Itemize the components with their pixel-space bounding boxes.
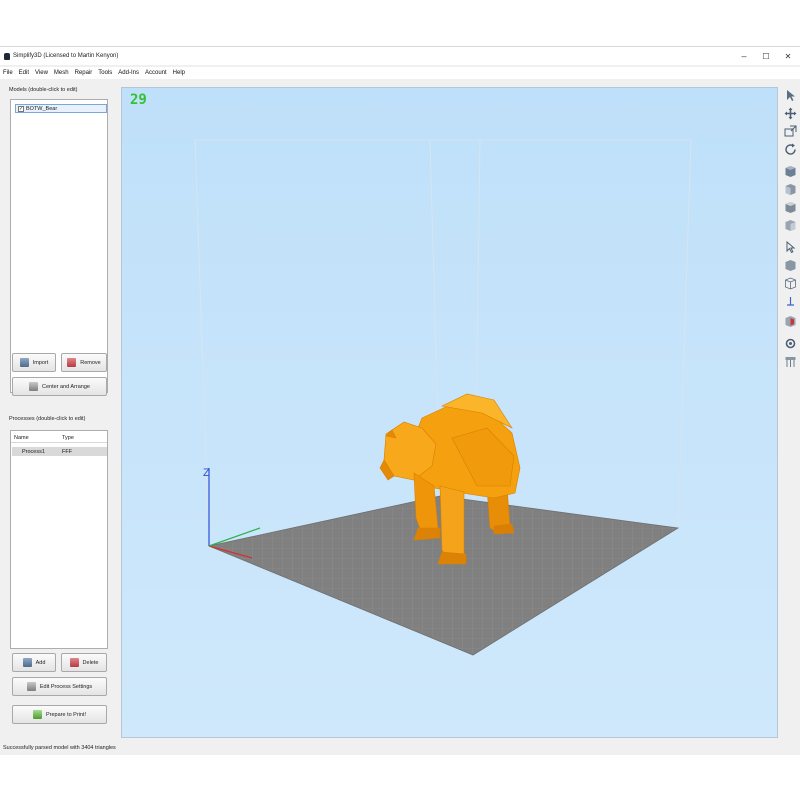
center-arrange-button[interactable]: Center and Arrange [12,377,107,396]
edit-process-settings-label: Edit Process Settings [39,683,93,690]
z-axis-label: Z [203,467,210,479]
process-type: FFF [62,449,73,455]
zoom-icon[interactable] [784,125,797,138]
menu-repair[interactable]: Repair [75,70,93,76]
cross-section-icon[interactable] [784,315,797,328]
view-side-icon[interactable] [784,219,797,232]
rotate-icon[interactable] [784,143,797,156]
app-logo-icon [4,52,10,60]
view-top-icon[interactable] [784,201,797,214]
3d-viewport[interactable]: 29 Z [121,87,778,738]
import-button-label: Import [32,359,49,366]
menu-file[interactable]: File [3,70,13,76]
view-default-icon[interactable] [784,165,797,178]
remove-button-label: Remove [80,359,101,366]
import-icon [19,358,29,367]
menu-help[interactable]: Help [173,70,185,76]
add-process-button[interactable]: Add [12,653,56,672]
app-window: Simplify3D (Licensed to Martin Kenyon) –… [0,46,800,755]
view-toolbar [781,87,800,447]
prepare-to-print-label: Prepare to Print! [45,711,87,718]
arrange-icon [28,382,38,391]
import-button[interactable]: Import [12,353,56,372]
remove-button[interactable]: Remove [61,353,107,372]
add-icon [22,658,32,667]
status-bar: Successfully parsed model with 3404 tria… [0,741,800,755]
model-visibility-checkbox[interactable]: ✓ [18,105,24,112]
processes-list[interactable]: Name Type Process1 FFF [10,430,108,649]
settings-gears-icon [26,682,36,691]
process-name: Process1 [22,449,45,455]
remove-icon [67,358,77,367]
processes-panel-label: Processes (double-click to edit) [9,416,86,422]
menu-tools[interactable]: Tools [98,70,112,76]
print-icon [32,710,42,719]
delete-process-label: Delete [82,659,99,666]
model-item-label: BOTW_Bear [26,105,58,112]
select-arrow-icon[interactable] [784,89,797,102]
delete-icon [69,658,79,667]
menu-edit[interactable]: Edit [19,70,29,76]
view-front-icon[interactable] [784,183,797,196]
add-process-label: Add [35,659,46,666]
models-list[interactable]: ✓ BOTW_Bear [10,99,108,393]
menu-account[interactable]: Account [145,70,167,76]
title-bar: Simplify3D (Licensed to Martin Kenyon) –… [0,47,800,65]
build-table-icon[interactable] [784,355,797,368]
processes-header: Name Type [11,433,107,443]
scene-canvas: Z [194,139,692,669]
maximize-button[interactable]: ☐ [755,47,777,65]
move-icon[interactable] [784,107,797,120]
z-axis-icon[interactable] [784,295,797,308]
model-item-botw-bear[interactable]: ✓ BOTW_Bear [15,104,107,113]
menu-view[interactable]: View [35,70,48,76]
edit-process-settings-button[interactable]: Edit Process Settings [12,677,107,696]
wireframe-view-icon[interactable] [784,277,797,290]
column-name[interactable]: Name [14,435,29,441]
center-arrange-label: Center and Arrange [41,383,90,390]
column-type[interactable]: Type [62,435,74,441]
settings-icon[interactable] [784,337,797,350]
status-text: Successfully parsed model with 3404 tria… [3,745,116,751]
window-title: Simplify3D (Licensed to Martin Kenyon) [13,53,119,59]
solid-view-icon[interactable] [784,259,797,272]
close-button[interactable]: ✕ [777,47,799,65]
menu-bar: File Edit View Mesh Repair Tools Add-Ins… [0,67,800,79]
menu-add-ins[interactable]: Add-Ins [118,70,139,76]
delete-process-button[interactable]: Delete [61,653,107,672]
models-panel-label: Models (double-click to edit) [9,87,78,93]
minimize-button[interactable]: – [733,47,755,65]
select-object-icon[interactable] [784,241,797,254]
menu-mesh[interactable]: Mesh [54,70,69,76]
process-row[interactable]: Process1 FFF [12,447,107,456]
prepare-to-print-button[interactable]: Prepare to Print! [12,705,107,724]
